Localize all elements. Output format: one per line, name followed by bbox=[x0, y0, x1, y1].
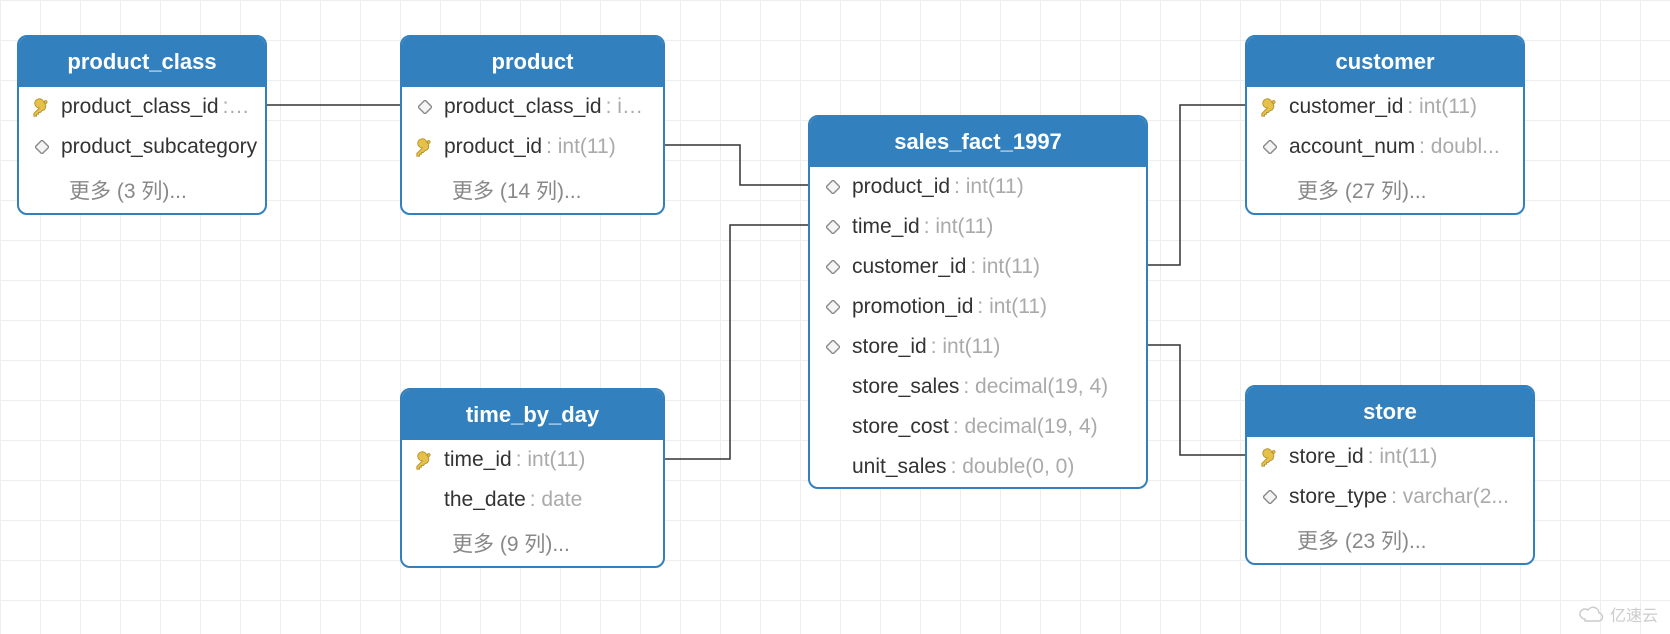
column-row[interactable]: customer_id: int(11) bbox=[810, 247, 1146, 287]
column-name: customer_id bbox=[1289, 95, 1403, 119]
column-row[interactable]: promotion_id: int(11) bbox=[810, 287, 1146, 327]
column-row[interactable]: product_class_id : int... bbox=[402, 87, 663, 127]
table-header: product bbox=[402, 37, 663, 87]
table-store[interactable]: store store_id : int(11) store_type : va… bbox=[1245, 385, 1535, 565]
column-type: : int... bbox=[606, 95, 651, 119]
column-name: product_class_id bbox=[444, 95, 602, 119]
key-icon bbox=[1257, 446, 1283, 468]
column-row[interactable]: product_class_id : i... bbox=[19, 87, 265, 127]
column-type: : varchar(2... bbox=[1391, 485, 1509, 509]
column-name: the_date bbox=[444, 488, 526, 512]
table-customer[interactable]: customer customer_id : int(11) account_n… bbox=[1245, 35, 1525, 215]
diamond-icon bbox=[412, 100, 438, 114]
column-name: time_id bbox=[852, 215, 920, 239]
column-type: : i... bbox=[223, 95, 253, 119]
column-type: : decimal(19, 4) bbox=[953, 415, 1098, 439]
column-name: account_num bbox=[1289, 135, 1415, 159]
column-row[interactable]: product_id: int(11) bbox=[810, 167, 1146, 207]
more-columns[interactable]: 更多 (14 列)... bbox=[402, 167, 663, 213]
column-name: customer_id bbox=[852, 255, 966, 279]
table-product[interactable]: product product_class_id : int... produc… bbox=[400, 35, 665, 215]
column-name: unit_sales bbox=[852, 455, 947, 479]
column-name: product_id bbox=[444, 135, 542, 159]
diamond-icon bbox=[1257, 490, 1283, 504]
column-type: : decimal(19, 4) bbox=[963, 375, 1108, 399]
column-type: : double(0, 0) bbox=[951, 455, 1075, 479]
diamond-icon bbox=[820, 300, 846, 314]
column-row[interactable]: store_id : int(11) bbox=[1247, 437, 1533, 477]
table-header: product_class bbox=[19, 37, 265, 87]
diamond-icon bbox=[29, 140, 55, 154]
column-type: : int(11) bbox=[977, 295, 1047, 319]
table-header: customer bbox=[1247, 37, 1523, 87]
column-type: : int(11) bbox=[516, 448, 586, 472]
key-icon bbox=[412, 449, 438, 471]
diamond-icon bbox=[820, 260, 846, 274]
column-row[interactable]: time_id: int(11) bbox=[810, 207, 1146, 247]
column-type: : date bbox=[530, 488, 583, 512]
column-name: store_id bbox=[852, 335, 927, 359]
column-type: : int(11) bbox=[931, 335, 1001, 359]
table-sales-fact-1997[interactable]: sales_fact_1997 product_id: int(11)time_… bbox=[808, 115, 1148, 489]
column-type: : int(11) bbox=[1368, 445, 1438, 469]
more-columns[interactable]: 更多 (9 列)... bbox=[402, 520, 663, 566]
column-name: store_id bbox=[1289, 445, 1364, 469]
column-name: product_subcategory bbox=[61, 135, 257, 159]
column-row[interactable]: customer_id : int(11) bbox=[1247, 87, 1523, 127]
column-type: : doubl... bbox=[1419, 135, 1500, 159]
more-columns[interactable]: 更多 (27 列)... bbox=[1247, 167, 1523, 213]
column-type: : int(11) bbox=[546, 135, 616, 159]
table-header: sales_fact_1997 bbox=[810, 117, 1146, 167]
column-row[interactable]: the_date : date bbox=[402, 480, 663, 520]
column-row[interactable]: store_id: int(11) bbox=[810, 327, 1146, 367]
column-row[interactable]: store_cost: decimal(19, 4) bbox=[810, 407, 1146, 447]
column-name: store_sales bbox=[852, 375, 959, 399]
column-row[interactable]: product_id : int(11) bbox=[402, 127, 663, 167]
key-icon bbox=[412, 136, 438, 158]
column-name: time_id bbox=[444, 448, 512, 472]
column-type: : int(11) bbox=[970, 255, 1040, 279]
column-type: : int(11) bbox=[924, 215, 994, 239]
column-row[interactable]: time_id : int(11) bbox=[402, 440, 663, 480]
table-time-by-day[interactable]: time_by_day time_id : int(11) the_date :… bbox=[400, 388, 665, 568]
column-row[interactable]: product_subcategory ... bbox=[19, 127, 265, 167]
column-type: : int(11) bbox=[1407, 95, 1477, 119]
more-columns[interactable]: 更多 (23 列)... bbox=[1247, 517, 1533, 563]
key-icon bbox=[1257, 96, 1283, 118]
key-icon bbox=[29, 96, 55, 118]
diamond-icon bbox=[820, 340, 846, 354]
diamond-icon bbox=[820, 180, 846, 194]
column-row[interactable]: unit_sales: double(0, 0) bbox=[810, 447, 1146, 487]
column-row[interactable]: store_sales: decimal(19, 4) bbox=[810, 367, 1146, 407]
table-header: time_by_day bbox=[402, 390, 663, 440]
table-product-class[interactable]: product_class product_class_id : i... pr… bbox=[17, 35, 267, 215]
diamond-icon bbox=[820, 220, 846, 234]
more-columns[interactable]: 更多 (3 列)... bbox=[19, 167, 265, 213]
column-name: product_id bbox=[852, 175, 950, 199]
column-row[interactable]: account_num : doubl... bbox=[1247, 127, 1523, 167]
column-name: promotion_id bbox=[852, 295, 973, 319]
column-type: : int(11) bbox=[954, 175, 1024, 199]
column-row[interactable]: store_type : varchar(2... bbox=[1247, 477, 1533, 517]
column-name: store_cost bbox=[852, 415, 949, 439]
diamond-icon bbox=[1257, 140, 1283, 154]
watermark: 亿速云 bbox=[1578, 602, 1658, 626]
column-name: product_class_id bbox=[61, 95, 219, 119]
table-header: store bbox=[1247, 387, 1533, 437]
column-name: store_type bbox=[1289, 485, 1387, 509]
